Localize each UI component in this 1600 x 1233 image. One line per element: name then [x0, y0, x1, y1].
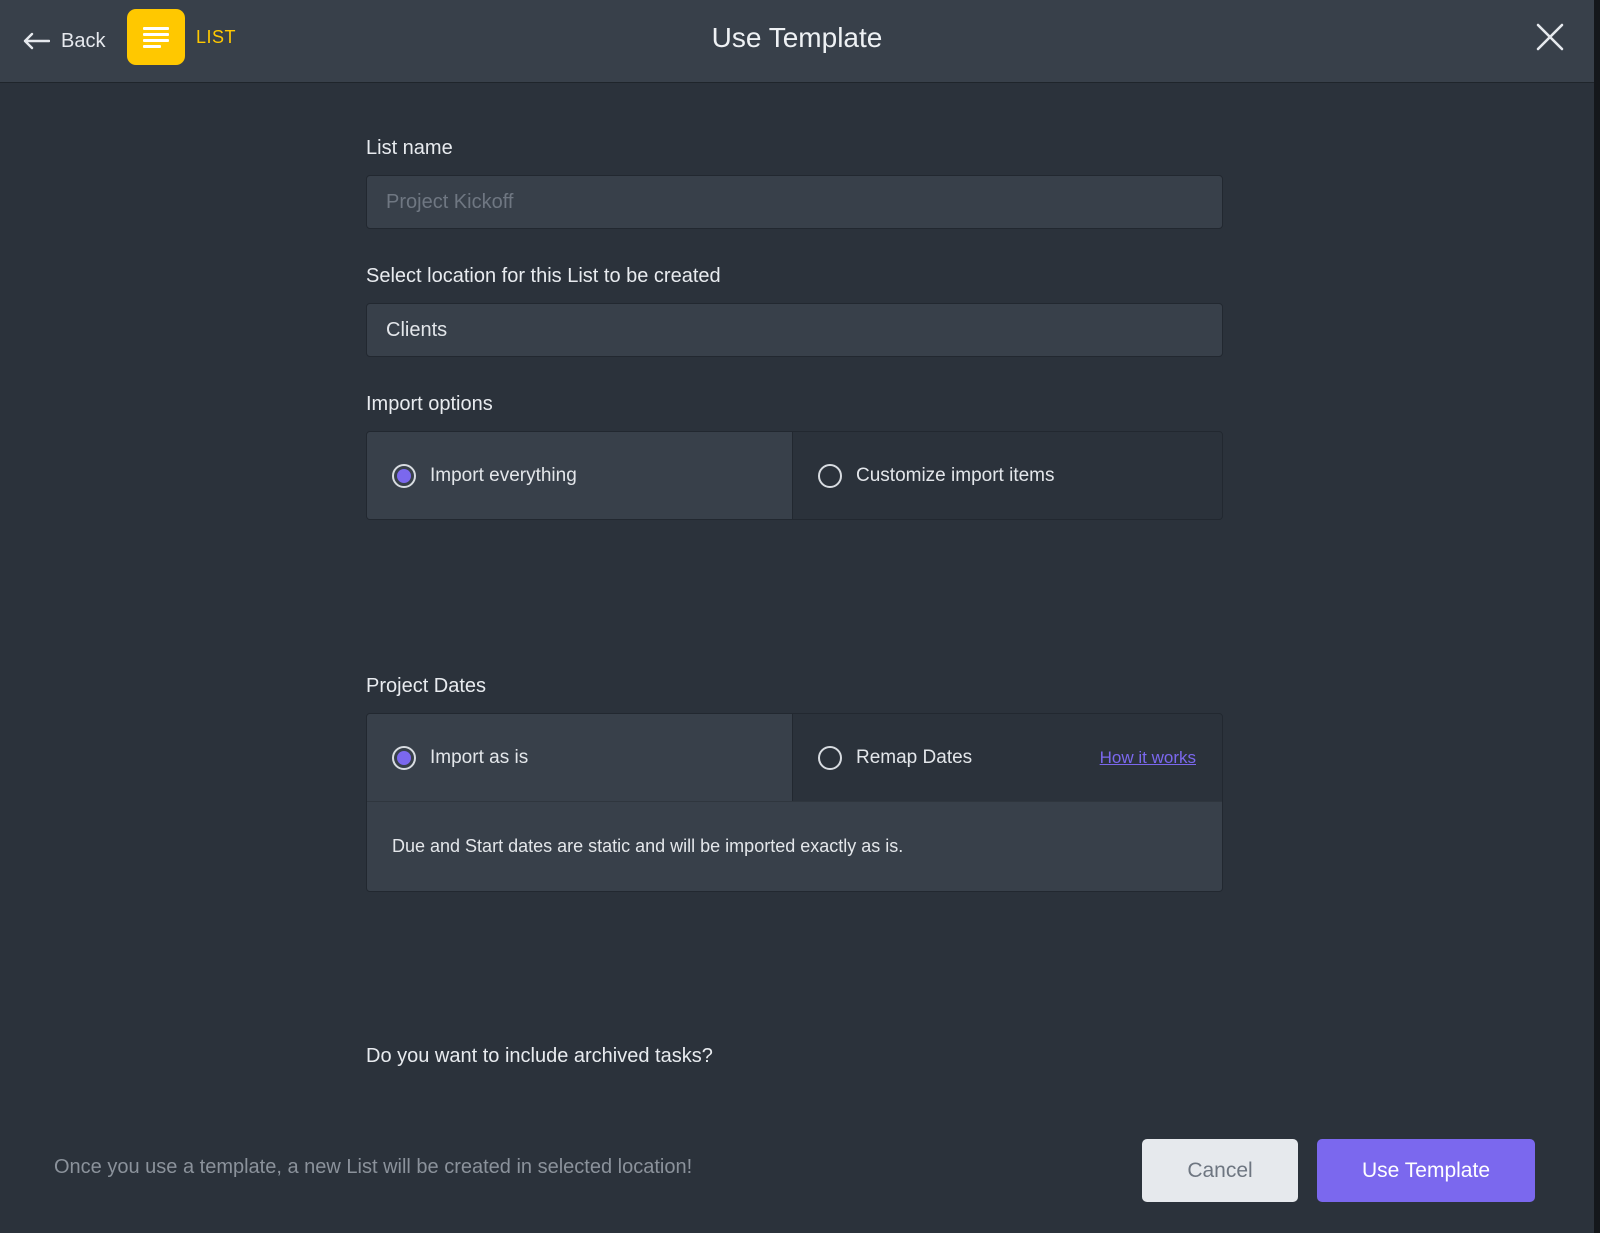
- cancel-button[interactable]: Cancel: [1142, 1139, 1298, 1202]
- import-as-is-label: Import as is: [430, 746, 529, 768]
- modal-title: Use Template: [711, 22, 883, 53]
- list-name-input[interactable]: [366, 175, 1223, 229]
- use-template-modal: Back LIST Use Template List name Select …: [0, 0, 1594, 1233]
- project-dates-label: Project Dates: [366, 675, 487, 697]
- use-template-button[interactable]: Use Template: [1317, 1139, 1535, 1202]
- project-dates-group: Import as is Remap Dates How it works Du…: [366, 713, 1223, 892]
- location-label: Select location for this List to be crea…: [366, 265, 721, 287]
- customize-import-label: Customize import items: [856, 464, 1055, 486]
- import-everything-option[interactable]: Import everything: [367, 432, 793, 519]
- import-options-label: Import options: [366, 393, 493, 415]
- customize-import-option[interactable]: Customize import items: [793, 432, 1222, 519]
- import-everything-radio[interactable]: [392, 463, 416, 488]
- import-as-is-option[interactable]: Import as is: [367, 714, 793, 801]
- import-everything-label: Import everything: [430, 464, 577, 486]
- footer-note: Once you use a template, a new List will…: [54, 1156, 693, 1178]
- archived-tasks-question: Do you want to include archived tasks?: [366, 1045, 713, 1067]
- import-options-group: Import everything Customize import items: [366, 431, 1223, 520]
- modal-header: Back LIST Use Template: [0, 0, 1594, 83]
- customize-import-radio[interactable]: [818, 463, 842, 488]
- remap-dates-label: Remap Dates: [856, 746, 973, 768]
- dates-description: Due and Start dates are static and will …: [367, 801, 1222, 891]
- how-it-works-link[interactable]: How it works: [1100, 748, 1196, 768]
- import-as-is-radio[interactable]: [392, 745, 416, 770]
- remap-dates-option[interactable]: Remap Dates How it works: [793, 714, 1222, 801]
- location-value: Clients: [386, 318, 448, 341]
- remap-dates-radio[interactable]: [818, 745, 842, 770]
- location-select[interactable]: Clients: [366, 303, 1223, 357]
- window-edge: [1594, 0, 1600, 1233]
- close-icon[interactable]: [1535, 22, 1565, 52]
- list-name-label: List name: [366, 137, 453, 159]
